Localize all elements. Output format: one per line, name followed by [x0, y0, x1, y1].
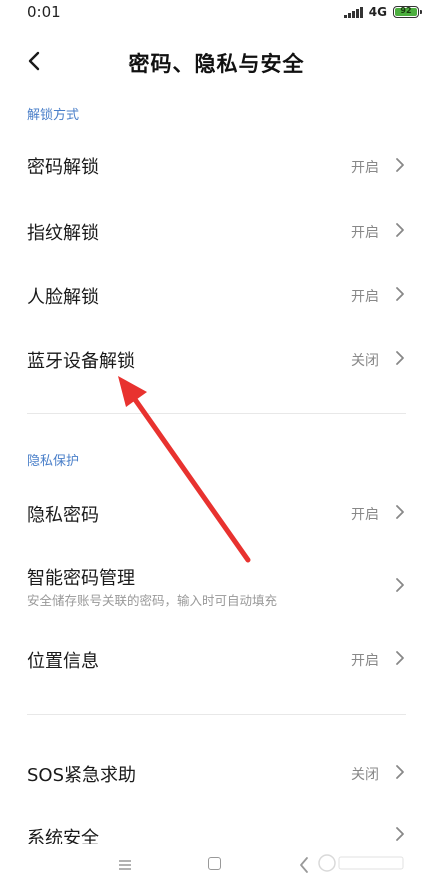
section-divider [27, 413, 406, 414]
item-value: 开启 [351, 289, 379, 305]
chevron-right-icon [396, 765, 404, 779]
battery-icon: 92 [393, 6, 422, 18]
item-value: 开启 [351, 160, 379, 176]
item-value: 关闭 [351, 353, 379, 369]
chevron-right-icon [396, 505, 404, 519]
home-icon[interactable] [208, 857, 221, 870]
chevron-right-icon [396, 223, 404, 237]
item-title: 密码解锁 [27, 157, 99, 178]
chevron-right-icon [396, 287, 404, 301]
list-item-smart-password[interactable]: 智能密码管理 安全储存账号关联的密码，输入时可自动填充 [0, 550, 433, 622]
item-title: 指纹解锁 [27, 223, 99, 244]
item-subtitle: 安全储存账号关联的密码，输入时可自动填充 [27, 593, 278, 608]
section-divider [27, 714, 406, 715]
item-value: 开启 [351, 507, 379, 523]
settings-screen: 0:01 4G 92 密码、隐私与安全 解锁方式 密码解锁 开启 指纹解锁 开启… [0, 0, 433, 890]
header: 密码、隐私与安全 [0, 36, 433, 86]
network-type: 4G [368, 5, 387, 19]
section-header-privacy: 隐私保护 [27, 454, 80, 469]
menu-icon[interactable] [118, 858, 132, 872]
status-indicators: 4G 92 [343, 4, 422, 20]
item-title: 蓝牙设备解锁 [27, 351, 135, 372]
item-value: 开启 [351, 653, 379, 669]
page-title: 密码、隐私与安全 [128, 52, 305, 76]
list-item-sos[interactable]: SOS紧急求助 关闭 [0, 739, 433, 803]
list-item-system-security[interactable]: 系统安全 [0, 804, 433, 849]
list-item-privacy-password[interactable]: 隐私密码 开启 [0, 480, 433, 544]
nav-bar [0, 844, 433, 890]
list-item-fingerprint-unlock[interactable]: 指纹解锁 开启 [0, 197, 433, 261]
item-value: 关闭 [351, 767, 379, 783]
battery-level: 92 [400, 6, 412, 15]
chevron-right-icon [396, 158, 404, 172]
list-item-location[interactable]: 位置信息 开启 [0, 626, 433, 690]
watermark-logo [318, 854, 404, 872]
item-title: 智能密码管理 [27, 568, 135, 589]
item-title: 人脸解锁 [27, 287, 99, 308]
signal-icon [343, 6, 364, 18]
chevron-right-icon [396, 351, 404, 365]
item-title: 隐私密码 [27, 505, 99, 526]
item-title: 位置信息 [27, 651, 99, 672]
nav-back-icon[interactable] [298, 856, 310, 874]
item-title: SOS紧急求助 [27, 765, 137, 786]
list-item-bluetooth-unlock[interactable]: 蓝牙设备解锁 关闭 [0, 326, 433, 390]
chevron-right-icon [396, 827, 404, 841]
status-bar: 0:01 4G 92 [0, 0, 433, 26]
chevron-right-icon [396, 651, 404, 665]
list-item-face-unlock[interactable]: 人脸解锁 开启 [0, 262, 433, 326]
list-item-password-unlock[interactable]: 密码解锁 开启 [0, 133, 433, 197]
status-time: 0:01 [27, 3, 61, 21]
chevron-right-icon [396, 578, 404, 592]
section-header-unlock: 解锁方式 [27, 108, 80, 123]
item-value: 开启 [351, 225, 379, 241]
